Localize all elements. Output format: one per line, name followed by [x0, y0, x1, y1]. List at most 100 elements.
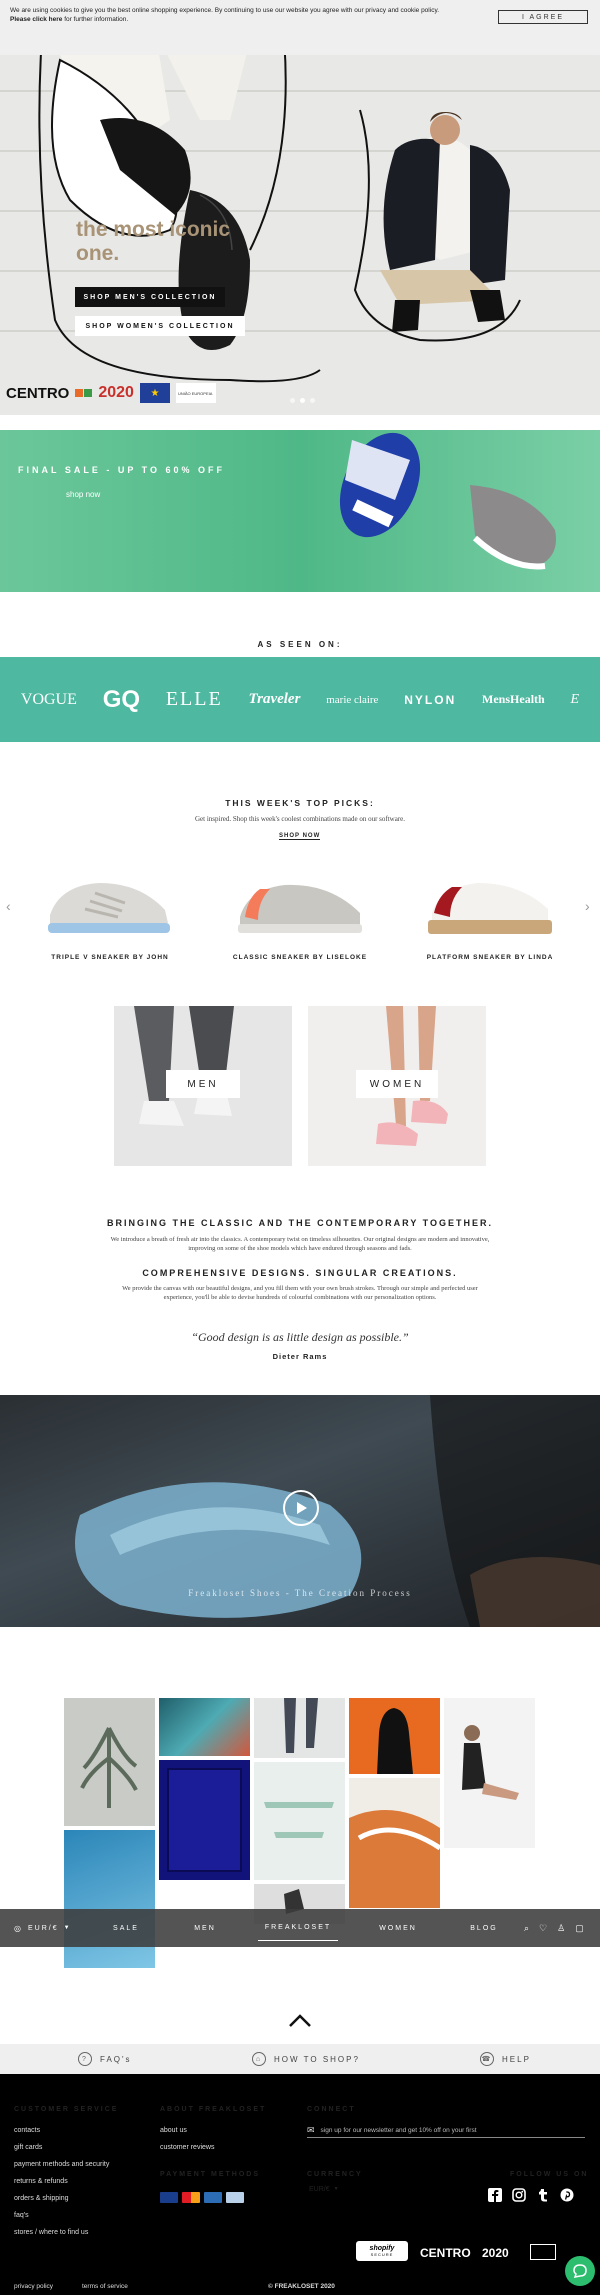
portugal-2020-logo: [75, 389, 93, 397]
video-caption: Freakloset Shoes - The Creation Process: [188, 1588, 412, 1598]
pick-name-1[interactable]: TRIPLE V SNEAKER BY JOHN: [20, 954, 200, 961]
pinterest-icon[interactable]: [560, 2188, 574, 2202]
pick-name-3[interactable]: PLATFORM SNEAKER BY LINDA: [400, 954, 580, 961]
cookie-text: We are using cookies to give you the bes…: [10, 7, 440, 23]
2020-text: 2020: [98, 384, 134, 401]
gallery-tile-plant[interactable]: [64, 1698, 155, 1826]
tumblr-icon[interactable]: [536, 2188, 550, 2202]
paypal-icon: [226, 2192, 244, 2203]
amex-icon: [204, 2192, 222, 2203]
footer-link-payment[interactable]: payment methods and security: [14, 2161, 109, 2168]
about-heading-1: BRINGING THE CLASSIC AND THE CONTEMPORAR…: [106, 1218, 493, 1228]
nav-men[interactable]: MEN: [175, 1909, 235, 1947]
top-picks-shop-now-link[interactable]: SHOP NOW: [279, 833, 321, 840]
gq-logo: GQ: [102, 685, 141, 713]
gallery-tile-abstract[interactable]: [159, 1698, 250, 1756]
nylon-logo: NYLON: [404, 692, 457, 707]
footer-link-faqs[interactable]: faq's: [14, 2212, 29, 2219]
hero-title: the most iconic one.: [76, 218, 231, 265]
follow-us-title: FOLLOW US ON: [510, 2171, 589, 2178]
women-category-label[interactable]: WOMEN: [356, 1070, 438, 1098]
nav-freakloset[interactable]: FREAKLOSET: [258, 1915, 338, 1941]
how-to-shop-link[interactable]: ⌂ HOW TO SHOP?: [252, 2044, 360, 2074]
newsletter-field[interactable]: ✉ sign up for our newsletter and get 10%…: [307, 2124, 585, 2138]
elle-logo: ELLE: [165, 688, 223, 710]
footer-currency-select[interactable]: EUR/€ ▼: [309, 2186, 339, 2193]
video-play-button[interactable]: [283, 1490, 319, 1526]
shoe-triple-v-image[interactable]: [40, 875, 180, 940]
terms-link[interactable]: terms of service: [82, 2283, 128, 2290]
marie-claire-logo: marie claire: [326, 693, 379, 706]
cookie-agree-button[interactable]: I AGREE: [498, 10, 588, 24]
cookie-policy-link[interactable]: Please click here: [10, 16, 62, 23]
instagram-icon[interactable]: [512, 2188, 526, 2202]
mastercard-icon: [182, 2192, 200, 2203]
shop-women-button[interactable]: SHOP WOMEN'S COLLECTION: [75, 316, 245, 336]
as-seen-on-title: AS SEEN ON:: [257, 640, 343, 649]
search-icon[interactable]: ⌕: [524, 1923, 531, 1934]
eu-logo-text: UNIÃO EUROPEIA: [175, 383, 216, 403]
scroll-to-top-icon[interactable]: [288, 2014, 312, 2028]
sale-shop-now-link[interactable]: shop now: [66, 490, 100, 499]
chat-button[interactable]: [565, 2256, 595, 2286]
bag-icon[interactable]: ▢: [575, 1923, 586, 1934]
nav-women[interactable]: WOMEN: [368, 1909, 428, 1947]
heart-icon[interactable]: ♡: [539, 1923, 549, 1934]
help-link[interactable]: ☎ HELP: [480, 2044, 531, 2074]
gallery-tile-pool[interactable]: [64, 1830, 155, 1968]
gallery-tile-orange[interactable]: [349, 1698, 440, 1774]
sale-banner[interactable]: [0, 430, 600, 592]
chevron-down-icon: ▼: [63, 1925, 72, 1931]
chevron-down-icon: ▼: [333, 2186, 339, 2192]
shopify-secure-badge: shopify SECURE: [356, 2241, 408, 2261]
hero-banner: [0, 0, 600, 415]
facebook-icon[interactable]: [488, 2188, 502, 2202]
footer-link-stores[interactable]: stores / where to find us: [14, 2229, 88, 2236]
about-paragraph-1: We introduce a breath of fresh air into …: [110, 1236, 490, 1252]
currency-label: EUR/€: [27, 1924, 59, 1932]
mens-health-logo: MensHealth: [482, 692, 545, 706]
nav-icons: ⌕ ♡ ♙ ▢: [524, 1909, 586, 1947]
currency-selector[interactable]: ◎ EUR/€ ▼: [14, 1909, 72, 1947]
visa-icon: [160, 2192, 178, 2203]
women-category-tile[interactable]: WOMEN: [308, 1006, 486, 1166]
nav-blog[interactable]: BLOG: [454, 1909, 514, 1947]
footer-link-gift-cards[interactable]: gift cards: [14, 2144, 42, 2151]
gallery-tile-legs[interactable]: [254, 1698, 345, 1758]
hero-carousel-dots[interactable]: [290, 398, 315, 403]
footer-currency-value: EUR/€: [309, 2186, 330, 2193]
about-paragraph-2: We provide the canvas with our beautiful…: [122, 1285, 478, 1301]
gallery-tile-architecture[interactable]: [254, 1762, 345, 1880]
design-quote: “Good design is as little design as poss…: [191, 1330, 409, 1344]
gallery-tile-stairs[interactable]: [349, 1778, 440, 1908]
user-icon[interactable]: ♙: [557, 1923, 567, 1934]
carousel-next-icon[interactable]: ›: [585, 898, 590, 914]
help-label: HELP: [502, 2054, 531, 2064]
nav-sale[interactable]: SALE: [96, 1909, 156, 1947]
men-category-label[interactable]: MEN: [166, 1070, 240, 1098]
footer-link-reviews[interactable]: customer reviews: [160, 2144, 214, 2151]
carousel-prev-icon[interactable]: ‹: [6, 898, 11, 914]
about-heading-2: COMPREHENSIVE DESIGNS. SINGULAR CREATION…: [142, 1268, 458, 1278]
help-bar: ? FAQ's ⌂ HOW TO SHOP? ☎ HELP: [0, 2044, 600, 2074]
gallery-tile-woman[interactable]: [444, 1698, 535, 1848]
footer-link-orders[interactable]: orders & shipping: [14, 2195, 68, 2202]
headset-icon: ☎: [480, 2052, 494, 2066]
top-picks-subtitle: Get inspired. Shop this week's coolest c…: [194, 815, 406, 823]
shop-men-button[interactable]: SHOP MEN'S COLLECTION: [75, 287, 225, 307]
privacy-policy-link[interactable]: privacy policy: [14, 2283, 53, 2290]
question-icon: ?: [78, 2052, 92, 2066]
mail-icon: ✉: [307, 2125, 315, 2135]
footer-link-about-us[interactable]: about us: [160, 2127, 187, 2134]
footer-link-contacts[interactable]: contacts: [14, 2127, 40, 2134]
pick-name-2[interactable]: CLASSIC SNEAKER BY LISELOKE: [210, 954, 390, 961]
gallery-tile-blue[interactable]: [159, 1760, 250, 1880]
footer-link-returns[interactable]: returns & refunds: [14, 2178, 68, 2185]
sale-shoes-image: [339, 432, 556, 570]
eu-flag-icon: ★: [139, 383, 170, 403]
shoe-platform-image[interactable]: [420, 875, 560, 940]
bag-circle-icon: ⌂: [252, 2052, 266, 2066]
men-category-tile[interactable]: MEN: [114, 1006, 292, 1166]
faq-link[interactable]: ? FAQ's: [78, 2044, 132, 2074]
shoe-classic-image[interactable]: [230, 875, 370, 940]
